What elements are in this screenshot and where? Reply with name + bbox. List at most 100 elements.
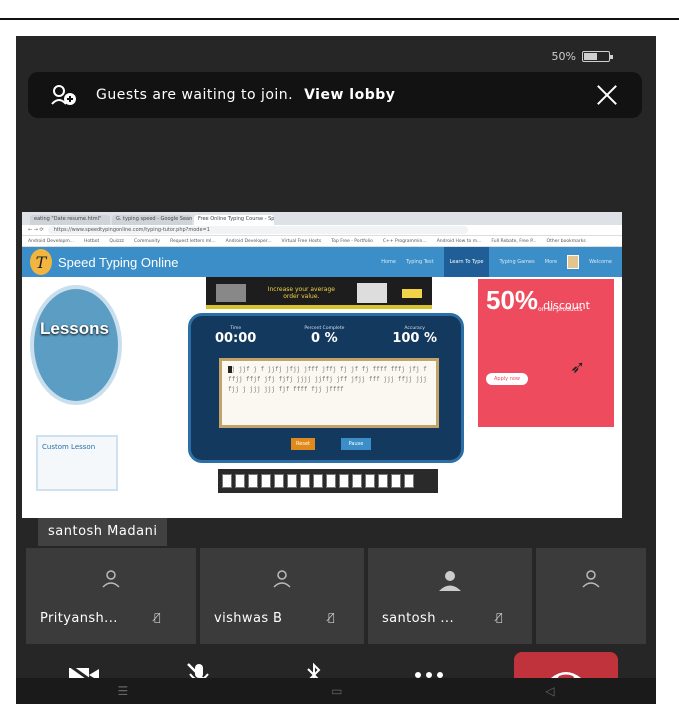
stat-accuracy: Accuracy 100 % [392, 326, 437, 346]
apply-now-button[interactable]: Apply now [486, 373, 528, 385]
site-header: T Speed Typing Online Home Typing Test L… [22, 247, 622, 277]
avatar-icon [580, 570, 602, 592]
keyboard-key [313, 474, 323, 488]
mic-off-icon: 🎙̸ [328, 611, 335, 624]
bookmark-item[interactable]: Other bookmarks [547, 239, 586, 244]
site-nav: Home Typing Test Learn To Type Typing Ga… [381, 247, 612, 277]
page-top-rule [0, 18, 679, 20]
avatar-icon [100, 570, 122, 592]
stat-value: 00:00 [214, 331, 257, 346]
custom-lesson-box[interactable]: Custom Lesson [36, 435, 118, 491]
keyboard-key [235, 474, 245, 488]
keyboard-key [378, 474, 388, 488]
keyboard-key [261, 474, 271, 488]
recent-apps-icon[interactable]: ☰ [117, 684, 128, 698]
browser-tab[interactable]: Free Online Typing Course - Speed [194, 215, 274, 225]
bookmark-item[interactable]: Quizzz [109, 239, 124, 244]
side-ad[interactable]: 50% discount on all products Apply now ➶ [478, 279, 614, 427]
site-name[interactable]: Speed Typing Online [58, 255, 178, 270]
ad-percent: 50% [486, 285, 539, 315]
nav-typing-games[interactable]: Typing Games [499, 259, 534, 265]
bookmark-item[interactable]: Virtual Free Hosts [282, 239, 322, 244]
ad-subtext: on all products [538, 306, 583, 313]
bookmark-item[interactable]: Top Free - Portfolio [331, 239, 373, 244]
keyboard-key [287, 474, 297, 488]
top-ad-banner[interactable]: Increase your average order value. [206, 277, 432, 309]
status-bar: 50% [551, 50, 613, 63]
site-logo[interactable]: T [30, 249, 52, 275]
typing-panel: Time 00:00 Percent Complete 0 % Accuracy… [188, 313, 464, 463]
pause-button[interactable]: Pause [341, 438, 371, 450]
browser-tabbar: eating "Date resume.html" G. typing spee… [22, 212, 622, 225]
phone-screen: 50% Guests are waiting to join. View lob… [16, 36, 656, 704]
stat-time: Time 00:00 [215, 326, 256, 346]
lobby-message-text: Guests are waiting to join. [96, 87, 294, 103]
participant-tile[interactable]: Prityansh... 🎙̸ [26, 548, 196, 644]
participant-name: santosh ... [382, 611, 454, 626]
bookmark-item[interactable]: Android Developer... [226, 239, 272, 244]
bookmark-item[interactable]: Android Developm... [28, 239, 74, 244]
keyboard-key [300, 474, 310, 488]
nav-typing-test[interactable]: Typing Test [406, 259, 434, 265]
avatar-icon [271, 570, 293, 592]
guests-icon [50, 84, 78, 106]
participant-strip: Prityansh... 🎙̸ vishwas B 🎙̸ santosh ...… [16, 548, 656, 644]
stat-value: 0 % [311, 331, 338, 346]
browser-tab[interactable]: G. typing speed - Google Search [112, 215, 192, 225]
presenter-name: santosh Madani [48, 524, 158, 539]
home-icon[interactable]: ▭ [331, 684, 342, 698]
shared-screen: eating "Date resume.html" G. typing spee… [22, 212, 622, 518]
keyboard-key [326, 474, 336, 488]
bookmark-item[interactable]: Request letters ml... [170, 239, 216, 244]
lessons-badge[interactable] [30, 285, 122, 405]
close-icon[interactable] [592, 80, 622, 110]
battery-percent: 50% [551, 50, 576, 63]
bookmark-item[interactable]: C++ Programmin... [383, 239, 427, 244]
reset-button[interactable]: Reset [291, 438, 315, 450]
keyboard-key [222, 474, 232, 488]
typing-stats: Time 00:00 Percent Complete 0 % Accuracy… [191, 326, 461, 346]
lobby-banner: Guests are waiting to join. View lobby [28, 72, 642, 118]
keyboard-key [391, 474, 401, 488]
lobby-message: Guests are waiting to join. View lobby [96, 87, 592, 103]
bookmark-item[interactable]: Full Rebate, Free P... [491, 239, 536, 244]
url-field[interactable]: https://www.speedtypingonline.com/typing… [47, 226, 468, 234]
mic-off-icon: 🎙̸ [154, 611, 161, 624]
android-nav-bar: ☰ ▭ ◁ [16, 678, 656, 704]
bookmark-item[interactable]: Android How to m... [437, 239, 482, 244]
custom-lesson-label: Custom Lesson [42, 443, 96, 451]
battery-icon [582, 51, 613, 62]
bookmarks-bar: Android Developm... Hotbot Quizzz Commun… [22, 236, 622, 247]
top-ad-button[interactable] [401, 288, 422, 298]
nav-arrows-icon[interactable]: ← → ⟳ [28, 227, 44, 233]
participant-tile[interactable]: vishwas B 🎙̸ [200, 548, 364, 644]
rocket-icon: ➶ [570, 357, 586, 378]
bookmark-item[interactable]: Hotbot [84, 239, 99, 244]
nav-home[interactable]: Home [381, 259, 396, 265]
participant-name: Prityansh... [40, 611, 118, 626]
participant-name: vishwas B [214, 611, 283, 626]
typing-text: j jjf j f jjfj jfjj jfff jffj fj jf fj f… [228, 366, 427, 393]
nav-learn-to-type[interactable]: Learn To Type [443, 247, 490, 277]
nav-more[interactable]: More [545, 259, 557, 265]
bookmark-item[interactable]: Community [134, 239, 160, 244]
top-ad-stripe [206, 305, 432, 309]
view-lobby-link[interactable]: View lobby [304, 87, 395, 103]
participant-tile[interactable]: santosh ... 🎙̸ [368, 548, 532, 644]
back-icon[interactable]: ◁ [545, 684, 554, 698]
ad-image [356, 283, 387, 303]
keyboard-key [404, 474, 414, 488]
keyboard-key [352, 474, 362, 488]
user-avatar-icon[interactable] [567, 255, 580, 269]
browser-urlbar: ← → ⟳ https://www.speedtypingonline.com/… [22, 225, 622, 236]
browser-tab[interactable]: eating "Date resume.html" [30, 215, 110, 225]
typing-text-area[interactable]: j jjf j f jjfj jfjj jfff jffj fj jf fj f… [219, 358, 439, 428]
lessons-label[interactable]: Lessons [40, 319, 109, 339]
virtual-keyboard [218, 469, 438, 493]
nav-welcome[interactable]: Welcome [589, 259, 612, 265]
participant-tile[interactable] [536, 548, 646, 644]
keyboard-key [339, 474, 349, 488]
keyboard-key [248, 474, 258, 488]
keyboard-key [274, 474, 284, 488]
stat-percent-complete: Percent Complete 0 % [304, 326, 344, 346]
